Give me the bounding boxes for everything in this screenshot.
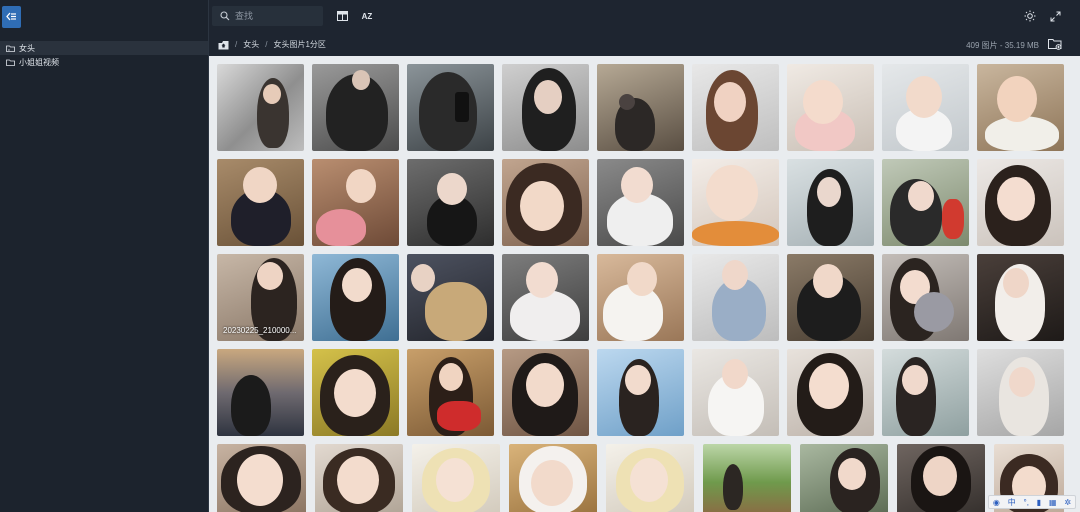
brightness-icon (1024, 10, 1036, 22)
app-window: 女头 小姐姐视频 AZ / 女头 / 女头图片1分区 (0, 0, 1080, 512)
image-thumbnail[interactable] (412, 444, 500, 512)
image-thumbnail[interactable] (407, 64, 494, 151)
image-thumbnail[interactable] (787, 254, 874, 341)
image-thumbnail[interactable] (407, 254, 494, 341)
brightness-button[interactable] (1023, 9, 1037, 23)
ime-mode[interactable]: 中 (1008, 497, 1016, 508)
image-thumbnail[interactable]: 20230225_210000... (217, 254, 304, 341)
image-thumbnail[interactable] (315, 444, 403, 512)
folder-icon (6, 45, 15, 52)
image-thumbnail[interactable] (800, 444, 888, 512)
fullscreen-button[interactable] (1048, 9, 1062, 23)
collapse-sidebar-button[interactable] (2, 5, 21, 28)
image-thumbnail[interactable] (977, 159, 1064, 246)
image-thumbnail[interactable] (692, 64, 779, 151)
sidebar-item-label: 女头 (19, 43, 35, 53)
breadcrumb-item[interactable]: 女头 (243, 39, 259, 50)
layout-icon (336, 11, 348, 21)
image-thumbnail[interactable] (787, 159, 874, 246)
image-thumbnail[interactable] (312, 349, 399, 436)
microphone-icon[interactable]: ▮ (1037, 498, 1041, 507)
image-thumbnail[interactable] (502, 254, 589, 341)
image-thumbnail[interactable] (882, 159, 969, 246)
image-thumbnail[interactable] (502, 349, 589, 436)
folder-icon (6, 59, 15, 66)
image-thumbnail[interactable] (787, 349, 874, 436)
image-thumbnail[interactable] (977, 64, 1064, 151)
image-thumbnail[interactable] (407, 349, 494, 436)
image-thumbnail[interactable] (217, 159, 304, 246)
image-thumbnail[interactable] (787, 64, 874, 151)
gallery-stats: 409 图片 - 35.19 MB (966, 41, 1039, 50)
sort-az-icon: AZ (361, 11, 373, 21)
image-thumbnail[interactable] (882, 254, 969, 341)
image-thumbnail[interactable] (217, 64, 304, 151)
image-thumbnail[interactable] (509, 444, 597, 512)
search-input[interactable] (235, 11, 315, 21)
settings-icon[interactable]: ✲ (1064, 498, 1071, 507)
image-thumbnail[interactable] (977, 349, 1064, 436)
search-box[interactable] (212, 6, 323, 26)
image-thumbnail[interactable] (312, 64, 399, 151)
keyboard-icon[interactable]: ▦ (1049, 498, 1057, 507)
image-thumbnail[interactable] (502, 64, 589, 151)
sidebar-header (0, 0, 208, 33)
breadcrumb-separator: / (265, 40, 268, 49)
add-folder-icon[interactable] (1048, 38, 1062, 50)
sidebar: 女头 小姐姐视频 (0, 0, 209, 512)
image-thumbnail[interactable] (692, 349, 779, 436)
breadcrumb-separator: / (235, 40, 238, 49)
image-thumbnail[interactable] (703, 444, 791, 512)
image-caption: 20230225_210000... (223, 326, 297, 335)
breadcrumb: / 女头 / 女头图片1分区 (209, 33, 1080, 56)
collapse-icon (6, 12, 16, 21)
layout-toggle-button[interactable] (335, 9, 349, 23)
image-thumbnail[interactable] (597, 349, 684, 436)
image-thumbnail[interactable] (977, 254, 1064, 341)
image-thumbnail[interactable] (606, 444, 694, 512)
image-thumbnail[interactable] (597, 254, 684, 341)
image-thumbnail[interactable] (597, 159, 684, 246)
sort-button[interactable]: AZ (360, 9, 374, 23)
image-thumbnail[interactable] (312, 254, 399, 341)
sidebar-item-videos[interactable]: 小姐姐视频 (0, 55, 208, 69)
ime-logo-icon: ◉ (992, 497, 1000, 507)
sidebar-item-label: 小姐姐视频 (19, 57, 59, 67)
fullscreen-icon (1050, 11, 1060, 21)
image-gallery: 20230225_210000... ◉ 中 °, ▮ ▦ ✲ (209, 56, 1080, 512)
top-toolbar: AZ (209, 0, 1080, 33)
image-thumbnail[interactable] (217, 444, 306, 512)
image-thumbnail[interactable] (407, 159, 494, 246)
image-thumbnail[interactable] (692, 254, 779, 341)
image-thumbnail[interactable] (897, 444, 985, 512)
image-thumbnail[interactable] (882, 349, 969, 436)
punctuation-icon[interactable]: °, (1024, 498, 1029, 507)
search-icon (220, 11, 230, 21)
image-thumbnail[interactable] (882, 64, 969, 151)
image-thumbnail[interactable] (217, 349, 304, 436)
image-thumbnail[interactable] (597, 64, 684, 151)
ime-toolbar[interactable]: ◉ 中 °, ▮ ▦ ✲ (988, 495, 1076, 509)
sidebar-item-nvtou[interactable]: 女头 (0, 41, 208, 55)
image-thumbnail[interactable] (692, 159, 779, 246)
image-thumbnail[interactable] (502, 159, 589, 246)
folder-tree: 女头 小姐姐视频 (0, 33, 208, 69)
breadcrumb-item-current[interactable]: 女头图片1分区 (273, 39, 325, 50)
image-thumbnail[interactable] (312, 159, 399, 246)
home-icon[interactable] (218, 40, 229, 50)
